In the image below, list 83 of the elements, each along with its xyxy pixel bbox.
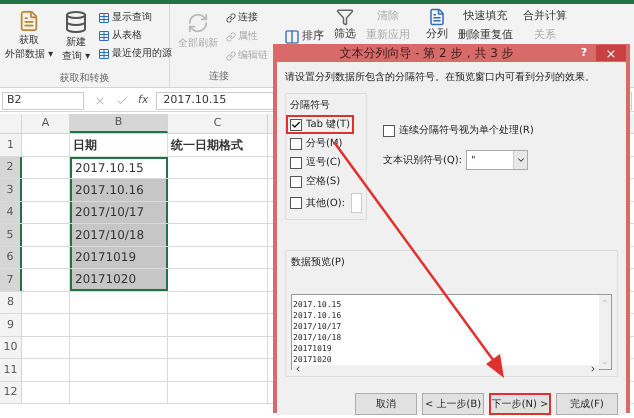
table-cell: 日期 <box>70 134 168 156</box>
row-header[interactable]: 5 <box>0 224 22 246</box>
preview-line: 20171020 <box>292 354 333 365</box>
group-label: 连接 <box>209 71 229 82</box>
horizontal-scrollbar[interactable] <box>292 365 599 373</box>
checkbox-label[interactable]: 其他(O): <box>306 196 346 210</box>
table-cell: 20171019 <box>70 246 168 268</box>
table-cell: 2017/10/17 <box>70 202 168 223</box>
checkbox-label[interactable]: 连续分隔符号视为单个处理(R) <box>399 123 534 138</box>
table-cell: 2017.10.15 <box>70 156 168 178</box>
row-header[interactable]: 10 <box>0 336 22 358</box>
scroll-right-icon[interactable] <box>589 365 597 373</box>
group-label: 分隔符号 <box>290 99 331 113</box>
row-header[interactable]: 3 <box>0 179 22 200</box>
row-header[interactable]: 9 <box>0 314 22 336</box>
table-cell: 20171020 <box>70 269 168 290</box>
row-header[interactable]: 11 <box>0 359 22 380</box>
qualifier-select[interactable]: " <box>466 150 528 170</box>
ribbon-item[interactable]: 快速填充 <box>458 8 513 24</box>
table-icon <box>98 30 110 42</box>
table-icon <box>98 48 110 60</box>
checkbox[interactable] <box>290 156 302 168</box>
ribbon-item[interactable]: 从表格 <box>98 28 172 43</box>
sort-icon <box>284 28 300 44</box>
ribbon-item[interactable]: 合并计算 <box>523 8 567 24</box>
dialog-button[interactable]: 取消 <box>355 393 417 415</box>
row-header[interactable]: 6 <box>0 246 22 268</box>
checkbox[interactable] <box>290 118 302 130</box>
row-header[interactable]: 4 <box>0 202 22 223</box>
dialog-button[interactable]: 完成(F) <box>556 393 618 415</box>
dialog-description: 请设置分列数据所包含的分隔符号。在预览窗口内可看到分列的效果。 <box>285 70 596 85</box>
scroll-left-icon[interactable] <box>294 365 302 373</box>
row-header[interactable]: 7 <box>0 269 22 290</box>
close-button[interactable]: × <box>596 45 626 61</box>
table-cell: 2017.10.16 <box>70 179 168 200</box>
ribbon-item[interactable]: 删除重复值 <box>458 26 513 43</box>
split-button[interactable]: 分列 <box>426 8 448 42</box>
qualifier-label: 文本识别符号(Q): <box>383 154 462 168</box>
group-label: 获取和转换 <box>58 72 110 86</box>
ribbon-item[interactable]: 显示查询 <box>98 10 172 25</box>
link-icon <box>226 12 236 22</box>
row-header[interactable]: 1 <box>0 134 22 156</box>
ribbon-item[interactable]: 连接 <box>226 10 274 25</box>
checkbox[interactable] <box>383 124 395 136</box>
group-label: 数据预览(P) <box>291 256 346 270</box>
checkbox[interactable] <box>290 138 302 150</box>
link-icon <box>226 50 236 60</box>
preview-line: 2017.10.16 <box>292 310 342 321</box>
get-external-data-button[interactable]: 获取 外部数据 ▾ <box>0 6 58 71</box>
dialog-button[interactable]: 下一步(N) > <box>489 393 551 415</box>
checkbox[interactable] <box>290 197 302 209</box>
checkbox-label[interactable]: Tab 键(T) <box>306 117 350 132</box>
filter-button[interactable]: 筛选 <box>334 8 356 42</box>
database-icon <box>64 10 88 34</box>
checkbox-label[interactable]: 空格(S) <box>306 174 340 189</box>
dialog-title: 文本分列向导 - 第 2 步，共 3 步 <box>338 45 515 62</box>
column-header[interactable]: B <box>70 114 168 133</box>
checkbox-label[interactable]: 逗号(C) <box>306 155 341 170</box>
row-header[interactable]: 2 <box>0 156 22 178</box>
new-query-button[interactable]: 新建 查询 ▾ <box>58 6 94 71</box>
refresh-icon <box>187 12 209 34</box>
sort-button[interactable]: 排序 <box>284 28 324 44</box>
checkbox[interactable] <box>290 176 302 188</box>
other-field[interactable] <box>351 193 362 213</box>
preview-line: 2017/10/17 <box>292 321 342 332</box>
ribbon-item[interactable]: 最近使用的源 <box>98 46 172 61</box>
column-header[interactable]: C <box>168 114 268 133</box>
function-label[interactable]: fx <box>138 92 148 109</box>
link-icon <box>226 32 236 42</box>
filter-icon <box>336 8 354 26</box>
check-icon[interactable] <box>116 94 128 106</box>
table-cell: 统一日期格式 <box>168 134 268 156</box>
row-header[interactable]: 12 <box>0 382 22 403</box>
preview-line: 2017/10/18 <box>292 332 342 343</box>
preview-line: 2017.10.15 <box>292 299 342 310</box>
dialog-button[interactable]: < 上一步(B) <box>422 393 484 415</box>
table-icon <box>98 12 110 24</box>
preview-line: 20171019 <box>292 343 333 354</box>
document-icon <box>18 10 40 32</box>
name-box[interactable]: B2 <box>2 92 84 110</box>
document-icon <box>428 8 446 26</box>
table-cell: 2017/10/18 <box>70 224 168 246</box>
row-header[interactable]: 8 <box>0 292 22 313</box>
